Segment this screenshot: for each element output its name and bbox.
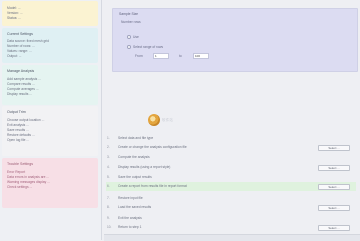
sample-size-label: Sample Size bbox=[119, 12, 139, 16]
output-link[interactable]: Save results ... bbox=[7, 128, 29, 132]
trouble-line: Data errors in analysis are ... bbox=[7, 175, 50, 179]
step-row: 4. Display results (using a report style… bbox=[106, 163, 356, 172]
sample-size-panel: Sample Size Number rows Use Select range… bbox=[112, 8, 358, 72]
step-row: 9. Exit the analysis bbox=[106, 214, 356, 223]
step-number: 9. bbox=[107, 216, 110, 220]
analysis-card: Manage Analysis Add sample analysis ... … bbox=[2, 65, 98, 105]
to-input[interactable]: 100 bbox=[193, 53, 209, 59]
info-card: Model: ... Version: ... Status: ... bbox=[2, 1, 98, 26]
step-number: 3. bbox=[107, 155, 110, 159]
use-all-label: Use bbox=[133, 35, 139, 39]
output-link[interactable]: Restore defaults ... bbox=[7, 133, 35, 137]
select-button[interactable]: Select ... bbox=[318, 164, 350, 171]
select-range-radio[interactable] bbox=[127, 45, 131, 49]
analysis-link[interactable]: Add sample analysis ... bbox=[7, 77, 41, 81]
trouble-line: Check settings ... bbox=[7, 185, 33, 189]
number-rows-label: Number rows bbox=[121, 20, 141, 24]
step-row: 3. Compute the analysis bbox=[106, 153, 356, 162]
info-line: Status: ... bbox=[7, 16, 21, 20]
from-label: From bbox=[135, 54, 143, 58]
output-card: Output Trim Choose output location ... E… bbox=[2, 106, 98, 156]
select-button[interactable]: Select ... bbox=[318, 204, 350, 211]
step-text: Create or change the analysis configurat… bbox=[118, 145, 187, 149]
step-row: 1. Select data and file type bbox=[106, 134, 356, 143]
settings-line[interactable]: Output: ... bbox=[7, 54, 21, 58]
step-text: Select data and file type bbox=[118, 136, 154, 140]
settings-card-title: Current Settings bbox=[7, 32, 33, 36]
sidebar: Model: ... Version: ... Status: ... Curr… bbox=[0, 0, 102, 240]
step-number: 7. bbox=[107, 196, 110, 200]
step-row: 5. Save the output results bbox=[106, 173, 356, 182]
to-label: to bbox=[179, 54, 182, 58]
step-text: Create a report from results file in rep… bbox=[118, 184, 187, 188]
settings-line[interactable]: Values: range: ... bbox=[7, 49, 32, 53]
step-text: Return to step 1 bbox=[118, 225, 142, 229]
watermark: 软件站 bbox=[148, 114, 182, 128]
settings-line[interactable]: Number of rows: ... bbox=[7, 44, 35, 48]
step-row: 2. Create or change the analysis configu… bbox=[106, 143, 356, 152]
trouble-card: Trouble Settings Error Report Data error… bbox=[2, 158, 98, 208]
step-number: 5. bbox=[107, 175, 110, 179]
output-card-title: Output Trim bbox=[7, 110, 26, 114]
trouble-card-title: Trouble Settings bbox=[7, 162, 34, 166]
select-range-label: Select range of rows bbox=[133, 45, 164, 49]
step-row-highlighted: 6. Create a report from results file in … bbox=[106, 182, 356, 191]
step-row: 10. Return to step 1 Select ... bbox=[106, 223, 356, 232]
analysis-link[interactable]: Display results ... bbox=[7, 92, 32, 96]
step-text: Display results (using a report style) bbox=[118, 165, 171, 169]
main-panel: Sample Size Number rows Use Select range… bbox=[102, 0, 360, 240]
settings-card: Current Settings Data source: fixed mesh… bbox=[2, 28, 98, 63]
error-report-link[interactable]: Error Report bbox=[7, 170, 25, 174]
select-button[interactable]: Select ... bbox=[318, 144, 350, 151]
step-number: 10. bbox=[107, 225, 112, 229]
trouble-line: Warning messages display ... bbox=[7, 180, 50, 184]
analysis-card-title: Manage Analysis bbox=[7, 69, 35, 73]
step-row: 7. Restore input file bbox=[106, 194, 356, 203]
step-number: 8. bbox=[107, 205, 110, 209]
info-line: Model: ... bbox=[7, 6, 21, 10]
watermark-text: 软件站 bbox=[162, 118, 174, 122]
step-text: Restore input file bbox=[118, 196, 143, 200]
settings-line[interactable]: Data source: fixed mesh grid bbox=[7, 39, 49, 43]
analysis-link[interactable]: Compute averages ... bbox=[7, 87, 39, 91]
output-link[interactable]: Open log file ... bbox=[7, 138, 29, 142]
step-text: Save the output results bbox=[118, 175, 152, 179]
output-link[interactable]: Exit analysis ... bbox=[7, 123, 29, 127]
output-link[interactable]: Choose output location ... bbox=[7, 118, 44, 122]
step-number: 4. bbox=[107, 165, 110, 169]
step-number: 2. bbox=[107, 145, 110, 149]
watermark-logo-icon bbox=[148, 114, 160, 126]
select-button[interactable]: Select ... bbox=[318, 224, 350, 231]
from-input[interactable]: 1 bbox=[153, 53, 169, 59]
step-number: 1. bbox=[107, 136, 110, 140]
step-row: 8. Load the saved results Select ... bbox=[106, 203, 356, 212]
step-number: 6. bbox=[107, 184, 110, 188]
info-line: Version: ... bbox=[7, 11, 23, 15]
use-all-radio[interactable] bbox=[127, 35, 131, 39]
step-text: Load the saved results bbox=[118, 205, 152, 209]
step-text: Exit the analysis bbox=[118, 216, 142, 220]
step-text: Compute the analysis bbox=[118, 155, 150, 159]
select-button[interactable]: Select ... bbox=[318, 183, 350, 190]
analysis-link[interactable]: Compare results ... bbox=[7, 82, 35, 86]
